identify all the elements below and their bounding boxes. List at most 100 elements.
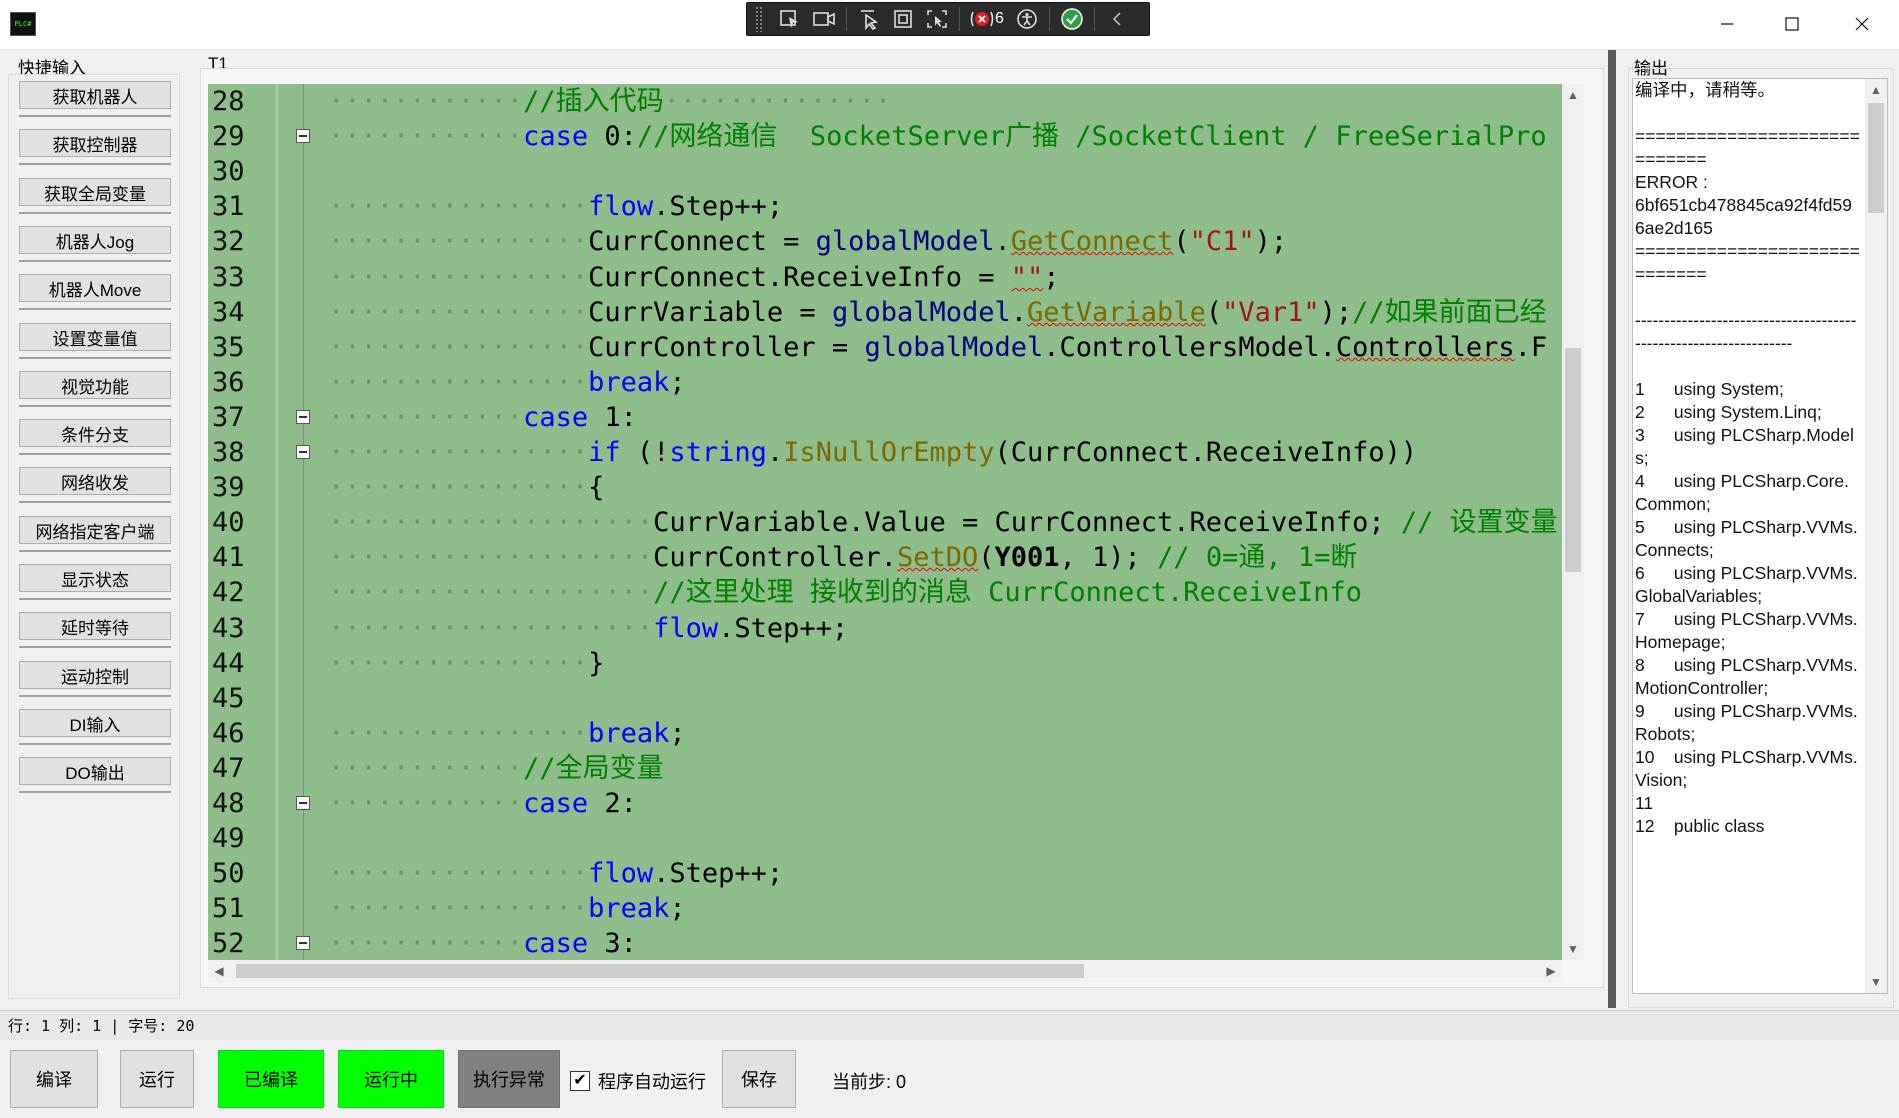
code-line[interactable]: 44 ················} (208, 646, 1562, 681)
panel-splitter[interactable] (1608, 50, 1616, 1008)
code-line[interactable]: 48 ············case 2: (208, 786, 1562, 821)
accessibility-icon[interactable] (1010, 5, 1044, 33)
code-token: GetVariable (1027, 297, 1206, 328)
output-vertical-scrollbar[interactable]: ▲ ▼ (1865, 79, 1887, 993)
fold-toggle-icon[interactable] (296, 445, 310, 459)
quick-button[interactable]: 显示状态 (19, 564, 171, 592)
close-button[interactable] (1827, 0, 1897, 48)
quick-button-divider (19, 212, 171, 214)
code-line[interactable]: 46 ················break; (208, 716, 1562, 751)
code-token: Y001 (994, 542, 1060, 573)
fold-toggle-icon[interactable] (296, 936, 310, 950)
code-line[interactable]: 41 ····················CurrController.Set… (208, 540, 1562, 575)
track-focus-icon[interactable] (920, 5, 954, 33)
binding-error-count: 6 (995, 10, 1004, 27)
code-line[interactable]: 29 ············case 0://网络通信 SocketServer… (208, 119, 1562, 154)
autorun-label: 程序自动运行 (598, 1072, 706, 1092)
scroll-left-icon[interactable]: ◀ (208, 960, 230, 982)
scroll-right-icon[interactable]: ▶ (1540, 960, 1562, 982)
code-line[interactable]: 42 ····················//这里处理 接收到的消息 Curr… (208, 575, 1562, 610)
quick-button[interactable]: DO输出 (19, 757, 171, 785)
code-line[interactable]: 28 ············//插入代码·············· (208, 84, 1562, 119)
code-text: ················{ (328, 470, 604, 505)
editor-vertical-scrollbar[interactable]: ▲ ▼ (1562, 84, 1584, 960)
code-line[interactable]: 34 ················CurrVariable = globalM… (208, 295, 1562, 330)
code-line[interactable]: 39 ················{ (208, 470, 1562, 505)
code-line[interactable]: 45 (208, 681, 1562, 716)
quick-button[interactable]: 网络指定客户端 (19, 516, 171, 544)
code-line[interactable]: 35 ················CurrController = globa… (208, 330, 1562, 365)
frame-icon[interactable] (886, 5, 920, 33)
whitespace-marker: ················ (328, 332, 589, 363)
quick-button[interactable]: 视觉功能 (19, 371, 171, 399)
editor-vscroll-thumb[interactable] (1565, 348, 1581, 572)
code-token: // 设置变量 (1400, 507, 1558, 538)
quick-button[interactable]: 条件分支 (19, 419, 171, 447)
save-button[interactable]: 保存 (722, 1050, 796, 1108)
fold-toggle-icon[interactable] (296, 410, 310, 424)
whitespace-marker: ············ (328, 788, 524, 819)
code-line[interactable]: 51 ················break; (208, 891, 1562, 926)
exception-status-button[interactable]: 执行异常 (458, 1050, 560, 1108)
quick-button[interactable]: 延时等待 (19, 612, 171, 640)
editor-hscroll-thumb[interactable] (236, 964, 1084, 978)
quick-button-divider (19, 550, 171, 552)
collapse-icon[interactable] (1100, 5, 1134, 33)
code-line[interactable]: 37 ············case 1: (208, 400, 1562, 435)
live-camera-icon[interactable] (807, 5, 841, 33)
autorun-checkbox[interactable]: ✔ 程序自动运行 (570, 1068, 706, 1094)
code-line[interactable]: 36 ················break; (208, 365, 1562, 400)
quick-button[interactable]: 机器人Jog (19, 226, 171, 254)
status-bar: 行: 1 列: 1 | 字号: 20 (0, 1010, 1899, 1040)
quick-button[interactable]: 获取机器人 (19, 81, 171, 109)
output-vscroll-thumb[interactable] (1868, 103, 1884, 213)
code-line[interactable]: 43 ····················flow.Step++; (208, 611, 1562, 646)
output-textbox[interactable]: 编译中，请稍等。 ============================= E… (1632, 78, 1888, 994)
check-icon[interactable] (1055, 5, 1089, 33)
code-line[interactable]: 47 ············//全局变量 (208, 751, 1562, 786)
code-editor[interactable]: 28 ············//插入代码·············· 29 ····… (208, 84, 1562, 960)
quick-button[interactable]: 网络收发 (19, 467, 171, 495)
code-line[interactable]: 40 ····················CurrVariable.Value… (208, 505, 1562, 540)
pointer-icon[interactable] (852, 5, 886, 33)
close-icon (1855, 17, 1869, 31)
maximize-button[interactable] (1757, 0, 1827, 48)
compile-button[interactable]: 编译 (10, 1050, 98, 1108)
code-line[interactable]: 32 ················CurrConnect = globalMo… (208, 224, 1562, 259)
code-line[interactable]: 50 ················flow.Step++; (208, 856, 1562, 891)
scroll-up-icon[interactable]: ▲ (1865, 79, 1887, 101)
code-line[interactable]: 30 (208, 154, 1562, 189)
code-token: ·············· (663, 86, 892, 117)
binding-errors-icon[interactable] (965, 5, 999, 33)
code-line[interactable]: 31 ················flow.Step++; (208, 189, 1562, 224)
scroll-down-icon[interactable]: ▼ (1562, 938, 1584, 960)
code-text: ················if (!string.IsNullOrEmpt… (328, 435, 1417, 470)
quick-button[interactable]: 设置变量值 (19, 323, 171, 351)
whitespace-marker: ················ (328, 648, 589, 679)
compiled-status-button[interactable]: 已编译 (218, 1050, 324, 1108)
scroll-down-icon[interactable]: ▼ (1865, 971, 1887, 993)
line-number: 44 (212, 648, 245, 679)
scroll-up-icon[interactable]: ▲ (1562, 84, 1584, 106)
toolbar-grip-icon[interactable] (755, 6, 763, 32)
code-line[interactable]: 52 ············case 3: (208, 926, 1562, 960)
autorun-check-icon[interactable]: ✔ (570, 1071, 590, 1091)
code-line[interactable]: 33 ················CurrConnect.ReceiveInf… (208, 260, 1562, 295)
quick-button[interactable]: 获取全局变量 (19, 178, 171, 206)
fold-toggle-icon[interactable] (296, 129, 310, 143)
code-line[interactable]: 38 ················if (!string.IsNullOrEm… (208, 435, 1562, 470)
running-status-button[interactable]: 运行中 (338, 1050, 444, 1108)
quick-button[interactable]: DI输入 (19, 709, 171, 737)
code-token: ; (1043, 262, 1060, 293)
quick-button[interactable]: 机器人Move (19, 274, 171, 302)
code-text: ················CurrConnect = globalMode… (328, 224, 1287, 259)
run-button[interactable]: 运行 (120, 1050, 194, 1108)
editor-horizontal-scrollbar[interactable]: ◀ ▶ (208, 960, 1562, 982)
select-element-icon[interactable] (773, 5, 807, 33)
code-line[interactable]: 49 (208, 821, 1562, 856)
code-token: CurrVariable.Value = CurrConnect.Receive… (653, 507, 1401, 538)
quick-button[interactable]: 运动控制 (19, 661, 171, 689)
fold-toggle-icon[interactable] (296, 796, 310, 810)
minimize-button[interactable] (1692, 0, 1762, 48)
quick-button[interactable]: 获取控制器 (19, 129, 171, 157)
